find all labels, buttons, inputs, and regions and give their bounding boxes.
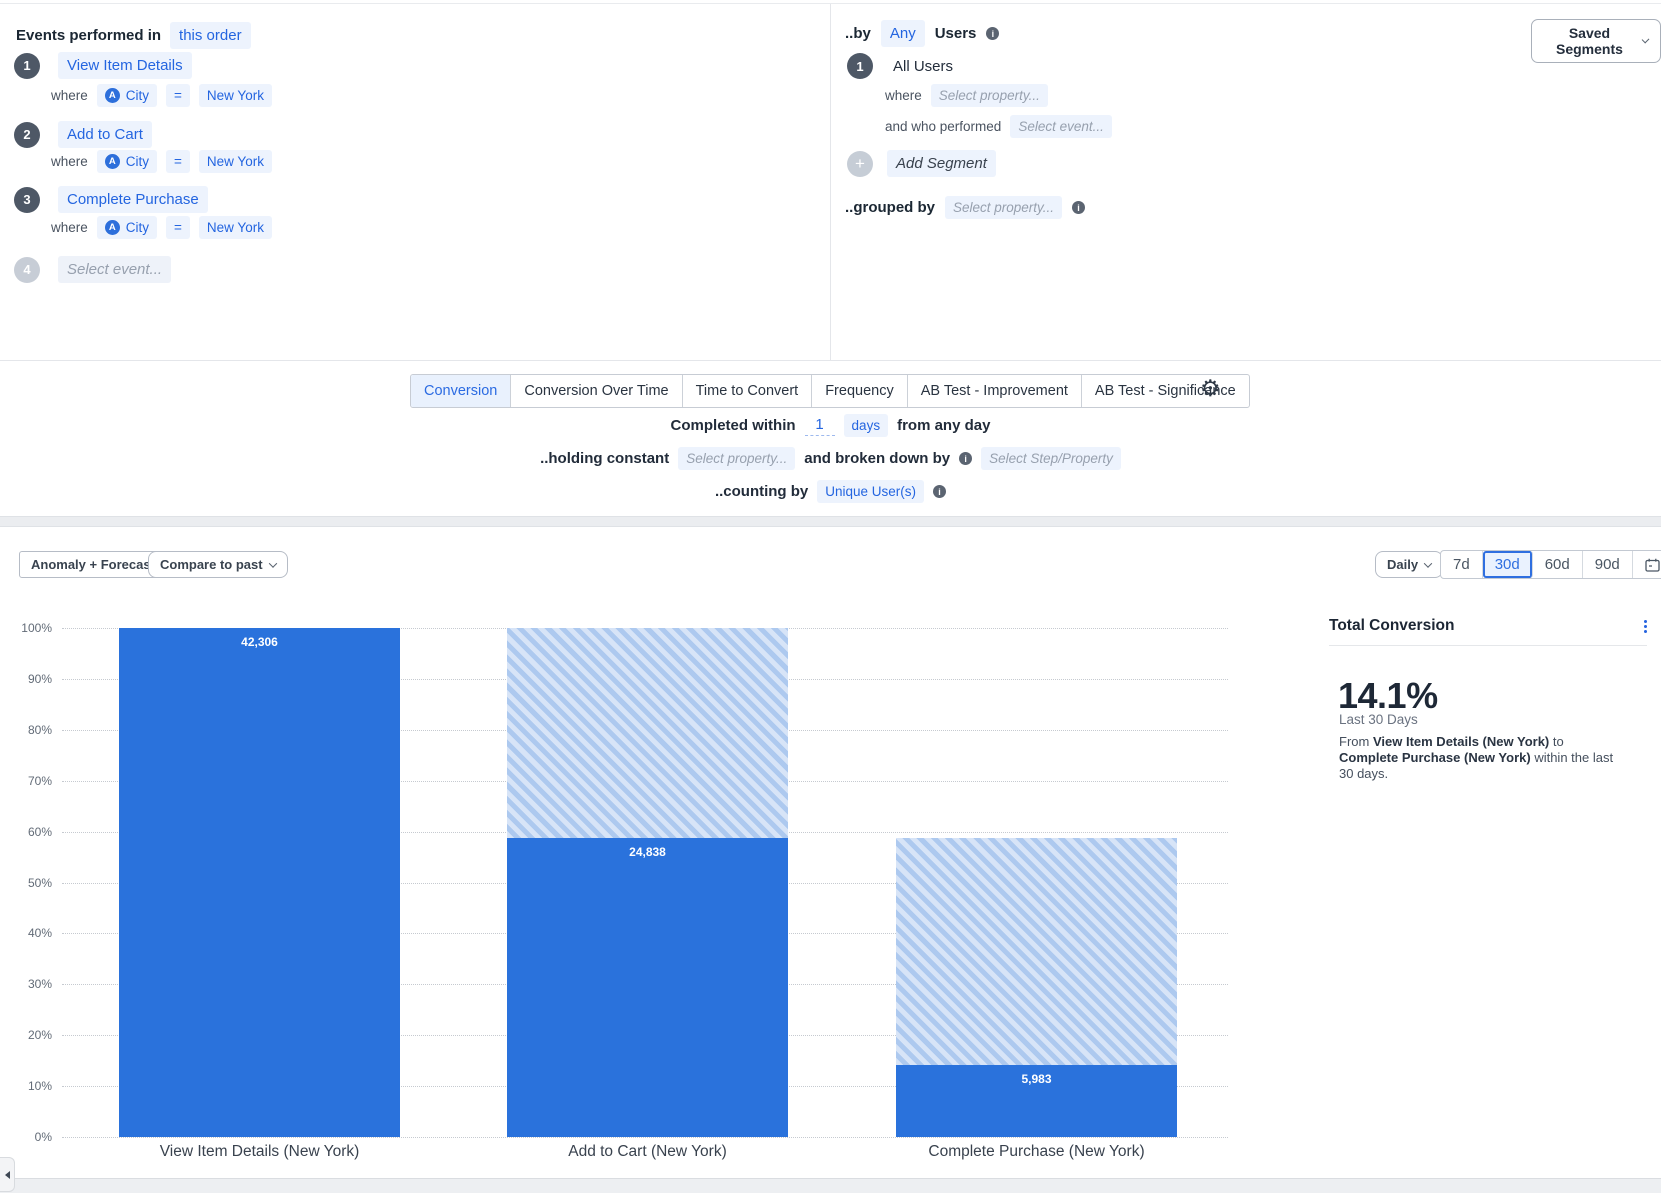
funnel-bar-previous-step-hatch[interactable] [896, 838, 1177, 1065]
y-tick-label: 10% [8, 1079, 52, 1093]
category-label: Add to Cart (New York) [448, 1143, 848, 1161]
bar-value-label: 24,838 [507, 845, 788, 859]
total-conversion-period: Last 30 Days [1339, 712, 1418, 727]
bar-value-label: 5,983 [896, 1072, 1177, 1086]
y-tick-label: 90% [8, 672, 52, 686]
y-tick-label: 80% [8, 723, 52, 737]
y-tick-label: 20% [8, 1028, 52, 1042]
funnel-chart: 100% 90% 80% 70% 60% 50% 40% 30% 20% 10% 0% 42,306 V… [0, 0, 1661, 1193]
summary-divider [1329, 645, 1647, 646]
bottom-strip [0, 1178, 1661, 1193]
category-label: View Item Details (New York) [60, 1143, 460, 1161]
collapse-left-icon [5, 1171, 10, 1179]
gridline [62, 1137, 1228, 1138]
funnel-bar-previous-step-hatch[interactable] [507, 628, 788, 838]
summary-header: Total Conversion [1329, 617, 1647, 635]
kebab-menu-icon[interactable] [1644, 620, 1647, 633]
summary-title: Total Conversion [1329, 617, 1454, 635]
y-tick-label: 50% [8, 876, 52, 890]
y-tick-label: 40% [8, 926, 52, 940]
funnel-bar[interactable] [119, 628, 400, 1137]
y-tick-label: 0% [8, 1130, 52, 1144]
total-conversion-description: From View Item Details (New York) to Com… [1339, 734, 1625, 782]
funnel-bar[interactable] [507, 838, 788, 1137]
y-tick-label: 30% [8, 977, 52, 991]
funnel-analysis-page: Events performed in this order 1 View It… [0, 0, 1661, 1193]
collapse-panel-handle[interactable] [0, 1157, 15, 1192]
y-tick-label: 60% [8, 825, 52, 839]
category-label: Complete Purchase (New York) [837, 1143, 1237, 1161]
y-tick-label: 70% [8, 774, 52, 788]
total-conversion-value: 14.1% [1338, 675, 1438, 717]
y-tick-label: 100% [8, 621, 52, 635]
bar-value-label: 42,306 [119, 635, 400, 649]
